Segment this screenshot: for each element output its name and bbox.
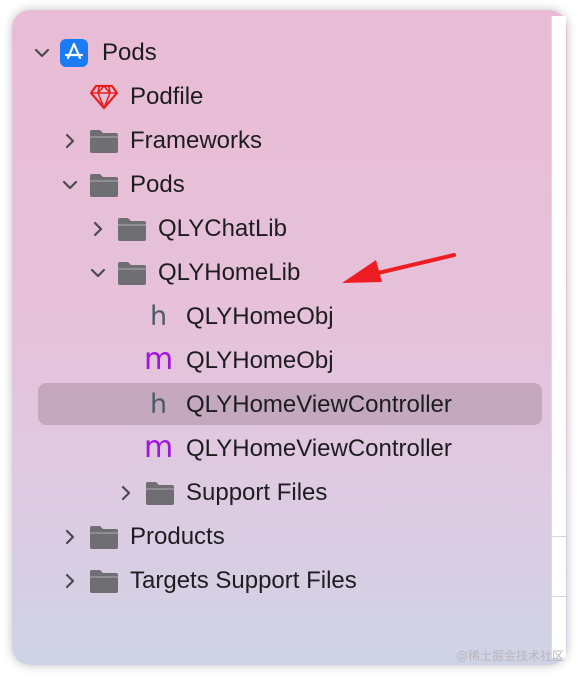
chevron-down-icon[interactable] [32,43,52,63]
folder-icon [88,127,120,155]
folder-icon [144,479,176,507]
chevron-right-icon[interactable] [88,219,108,239]
tree-item-label: QLYHomeLib [158,259,301,286]
tree-item-podfile[interactable]: Podfile [12,75,567,119]
tree-item-products[interactable]: Products [12,515,567,559]
folder-icon [88,523,120,551]
chevron-down-icon[interactable] [88,263,108,283]
annotation-arrow-icon [342,253,456,283]
tree-item-label: Pods [102,39,157,66]
divider [552,536,566,537]
editor-edge [551,16,566,658]
tree-item-qlyhomeviewcontroller-header[interactable]: h QLYHomeViewController [12,383,567,427]
chevron-right-icon[interactable] [116,483,136,503]
chevron-down-icon[interactable] [60,175,80,195]
tree-item-label: Support Files [186,479,328,506]
folder-icon [116,215,148,243]
header-file-icon: h [150,301,168,332]
tree-item-pods-folder[interactable]: Pods [12,163,567,207]
tree-item-label: Products [130,523,225,550]
tree-item-label: QLYHomeObj [186,347,334,374]
tree-item-frameworks[interactable]: Frameworks [12,119,567,163]
objc-source-file-icon: m [144,430,174,465]
tree-item-label: Targets Support Files [130,567,357,594]
tree-item-label: Pods [130,171,185,198]
tree-item-support-files[interactable]: Support Files [12,471,567,515]
page: Pods Podfile Frameworks Pods QLYChatLib … [0,0,582,680]
objc-source-file-icon: m [144,342,174,377]
tree-item-qlychatlib[interactable]: QLYChatLib [12,207,567,251]
folder-icon [116,259,148,287]
watermark: @稀土掘金技术社区 [455,649,564,663]
tree-item-pods-project[interactable]: Pods [12,31,567,75]
tree-item-targets-support-files[interactable]: Targets Support Files [12,559,567,603]
header-file-icon: h [150,389,168,420]
tree-item-label: QLYHomeObj [186,303,334,330]
tree-item-label: QLYHomeViewController [186,435,452,462]
tree-item-label: Frameworks [130,127,263,154]
tree-item-label: Podfile [130,83,204,110]
chevron-right-icon[interactable] [60,571,80,591]
tree-item-qlyhomeobj-header[interactable]: h QLYHomeObj [12,295,567,339]
app-store-icon [59,38,89,68]
chevron-right-icon[interactable] [60,527,80,547]
tree-item-label: QLYHomeViewController [186,391,452,418]
tree-item-label: QLYChatLib [158,215,287,242]
ruby-gem-icon [90,84,118,110]
tree-item-qlyhomelib[interactable]: QLYHomeLib [12,251,567,295]
divider [552,596,566,597]
folder-icon [88,567,120,595]
project-navigator: Pods Podfile Frameworks Pods QLYChatLib … [12,10,567,665]
folder-icon [88,171,120,199]
chevron-right-icon[interactable] [60,131,80,151]
tree-item-qlyhomeobj-source[interactable]: m QLYHomeObj [12,339,567,383]
tree-item-qlyhomeviewcontroller-source[interactable]: m QLYHomeViewController [12,427,567,471]
